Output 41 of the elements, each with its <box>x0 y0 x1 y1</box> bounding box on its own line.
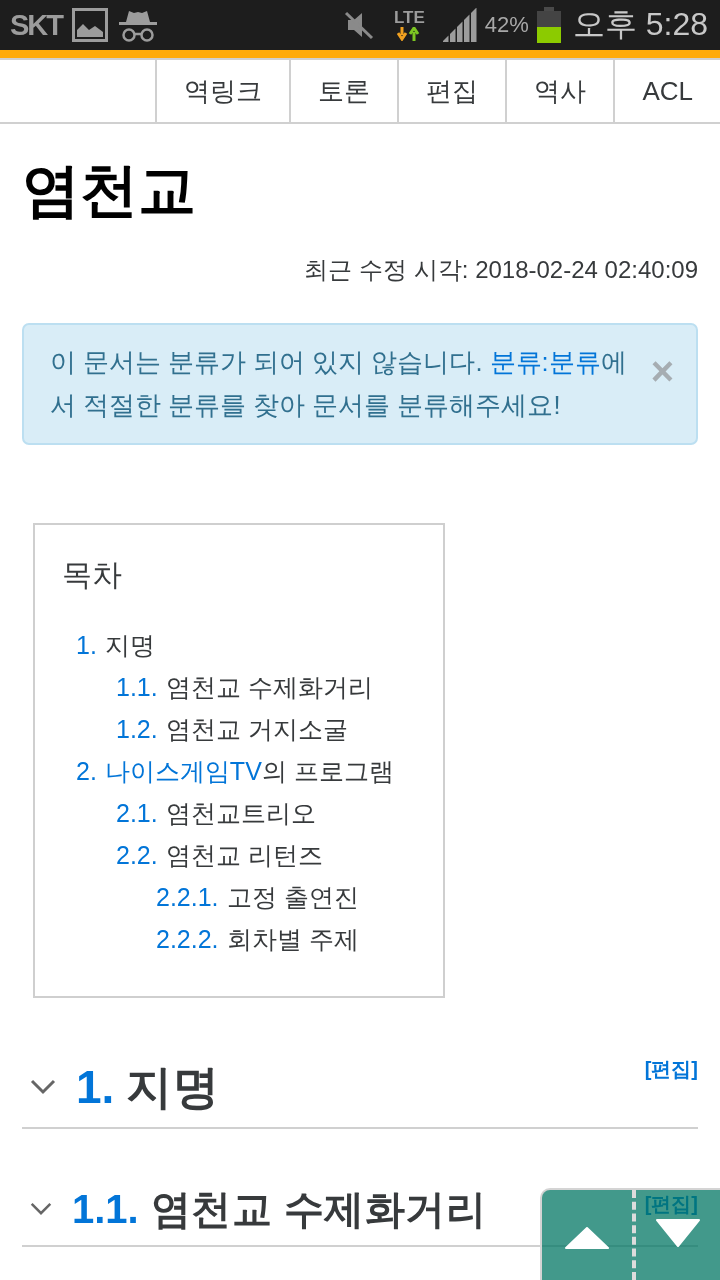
up-triangle-icon <box>565 1227 609 1249</box>
category-link[interactable]: 분류:분류 <box>489 348 601 376</box>
signal-icon <box>442 8 477 42</box>
incognito-icon <box>118 8 158 42</box>
battery-percent: 42% <box>484 12 529 38</box>
gallery-icon <box>72 8 108 42</box>
battery-icon <box>536 7 561 43</box>
section-number[interactable]: 1.1. <box>72 1182 139 1236</box>
down-triangle-icon <box>656 1219 700 1247</box>
toc-entry-text: 고정 출연진 <box>226 882 359 913</box>
toc-entry-text: 염천교 수제화거리 <box>165 672 373 703</box>
data-arrows-icon <box>397 27 422 41</box>
toc-entry-text: 염천교 거지소굴 <box>165 714 348 745</box>
edit-link[interactable]: [편집] <box>644 1057 698 1081</box>
section-title: 지명 <box>126 1060 220 1115</box>
toc-number-link[interactable]: 2.2.1. <box>156 876 219 918</box>
toc-entry-text: 지명 <box>104 630 155 661</box>
toc-text-link[interactable]: 나이스게임TV <box>104 757 262 785</box>
toc-number-link[interactable]: 2.2. <box>116 834 158 876</box>
toc-title: 목차 <box>62 557 123 593</box>
clock-time: 오후 5:28 <box>572 5 708 44</box>
network-type-label: LTE <box>393 9 425 27</box>
carrier-name: SKT <box>10 8 62 42</box>
toc-number-link[interactable]: 2.2.2. <box>156 918 219 960</box>
toc-number-link[interactable]: 1.2. <box>116 708 158 750</box>
chevron-down-icon[interactable] <box>30 1079 56 1095</box>
toc-number-link[interactable]: 1.1. <box>116 666 158 708</box>
chevron-down-icon[interactable] <box>30 1202 52 1216</box>
section-number[interactable]: 1. <box>76 1057 115 1117</box>
toc-entry-text: 나이스게임TV의 프로그램 <box>104 756 394 787</box>
section-title: 염천교 수제화거리 <box>150 1186 487 1233</box>
page-title: 염천교 <box>22 156 197 224</box>
toc-number-link[interactable]: 1. <box>76 624 97 666</box>
last-modified-text: 최근 수정 시각: 2018-02-24 02:40:09 <box>304 255 698 285</box>
muted-speaker-icon <box>343 10 374 40</box>
toc-entry-text: 회차별 주제 <box>226 924 359 955</box>
toc-number-link[interactable]: 2.1. <box>116 792 158 834</box>
toc-entry-text: 염천교 리턴즈 <box>165 840 323 871</box>
alert-message: 이 문서는 분류가 되어 있지 않습니다. 분류:분류에서 적절한 분류를 찾아 문서를 분류해주세요! <box>50 347 628 421</box>
toc-entry-text: 염천교트리오 <box>165 798 316 829</box>
toc-number-link[interactable]: 2. <box>76 750 97 792</box>
